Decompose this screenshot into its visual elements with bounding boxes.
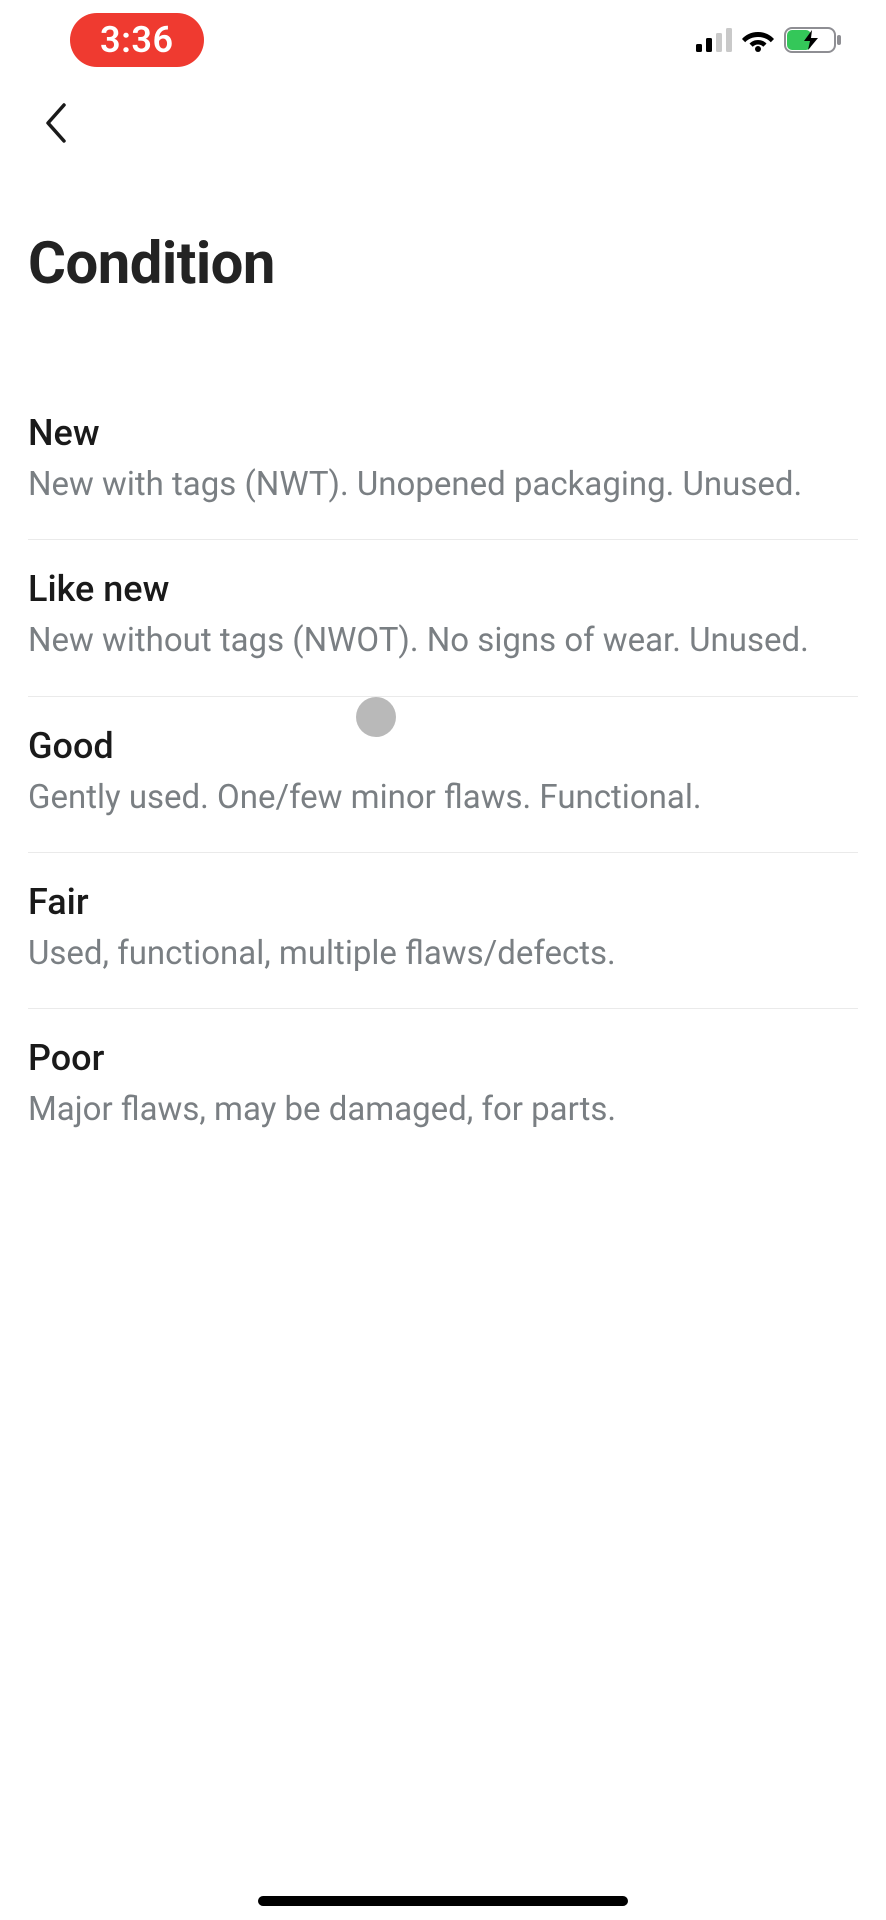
status-time: 3:36 <box>100 19 174 61</box>
option-title: Good <box>28 725 858 767</box>
option-desc: Gently used. One/few minor flaws. Functi… <box>28 777 858 818</box>
condition-option-new[interactable]: New New with tags (NWT). Unopened packag… <box>28 384 858 540</box>
condition-option-fair[interactable]: Fair Used, functional, multiple flaws/de… <box>28 853 858 1009</box>
home-indicator <box>258 1896 628 1906</box>
status-icons <box>696 27 842 53</box>
option-desc: Major flaws, may be damaged, for parts. <box>28 1089 858 1130</box>
battery-charging-icon <box>784 27 842 53</box>
content: Condition New New with tags (NWT). Unope… <box>0 166 886 1164</box>
option-title: New <box>28 412 858 454</box>
nav-bar <box>0 80 886 166</box>
condition-option-good[interactable]: Good Gently used. One/few minor flaws. F… <box>28 697 858 853</box>
option-desc: New with tags (NWT). Unopened packaging.… <box>28 464 858 505</box>
condition-option-poor[interactable]: Poor Major flaws, may be damaged, for pa… <box>28 1009 858 1164</box>
condition-option-like-new[interactable]: Like new New without tags (NWOT). No sig… <box>28 540 858 696</box>
option-title: Poor <box>28 1037 858 1079</box>
chevron-left-icon <box>44 103 68 143</box>
status-time-pill: 3:36 <box>70 13 204 67</box>
option-desc: New without tags (NWOT). No signs of wea… <box>28 620 858 661</box>
option-title: Like new <box>28 568 858 610</box>
wifi-icon <box>742 28 774 52</box>
back-button[interactable] <box>28 95 84 151</box>
option-title: Fair <box>28 881 858 923</box>
option-desc: Used, functional, multiple flaws/defects… <box>28 933 858 974</box>
page-title: Condition <box>28 230 858 298</box>
status-bar: 3:36 <box>0 0 886 80</box>
condition-list: New New with tags (NWT). Unopened packag… <box>28 384 858 1164</box>
cellular-signal-icon <box>696 28 732 52</box>
